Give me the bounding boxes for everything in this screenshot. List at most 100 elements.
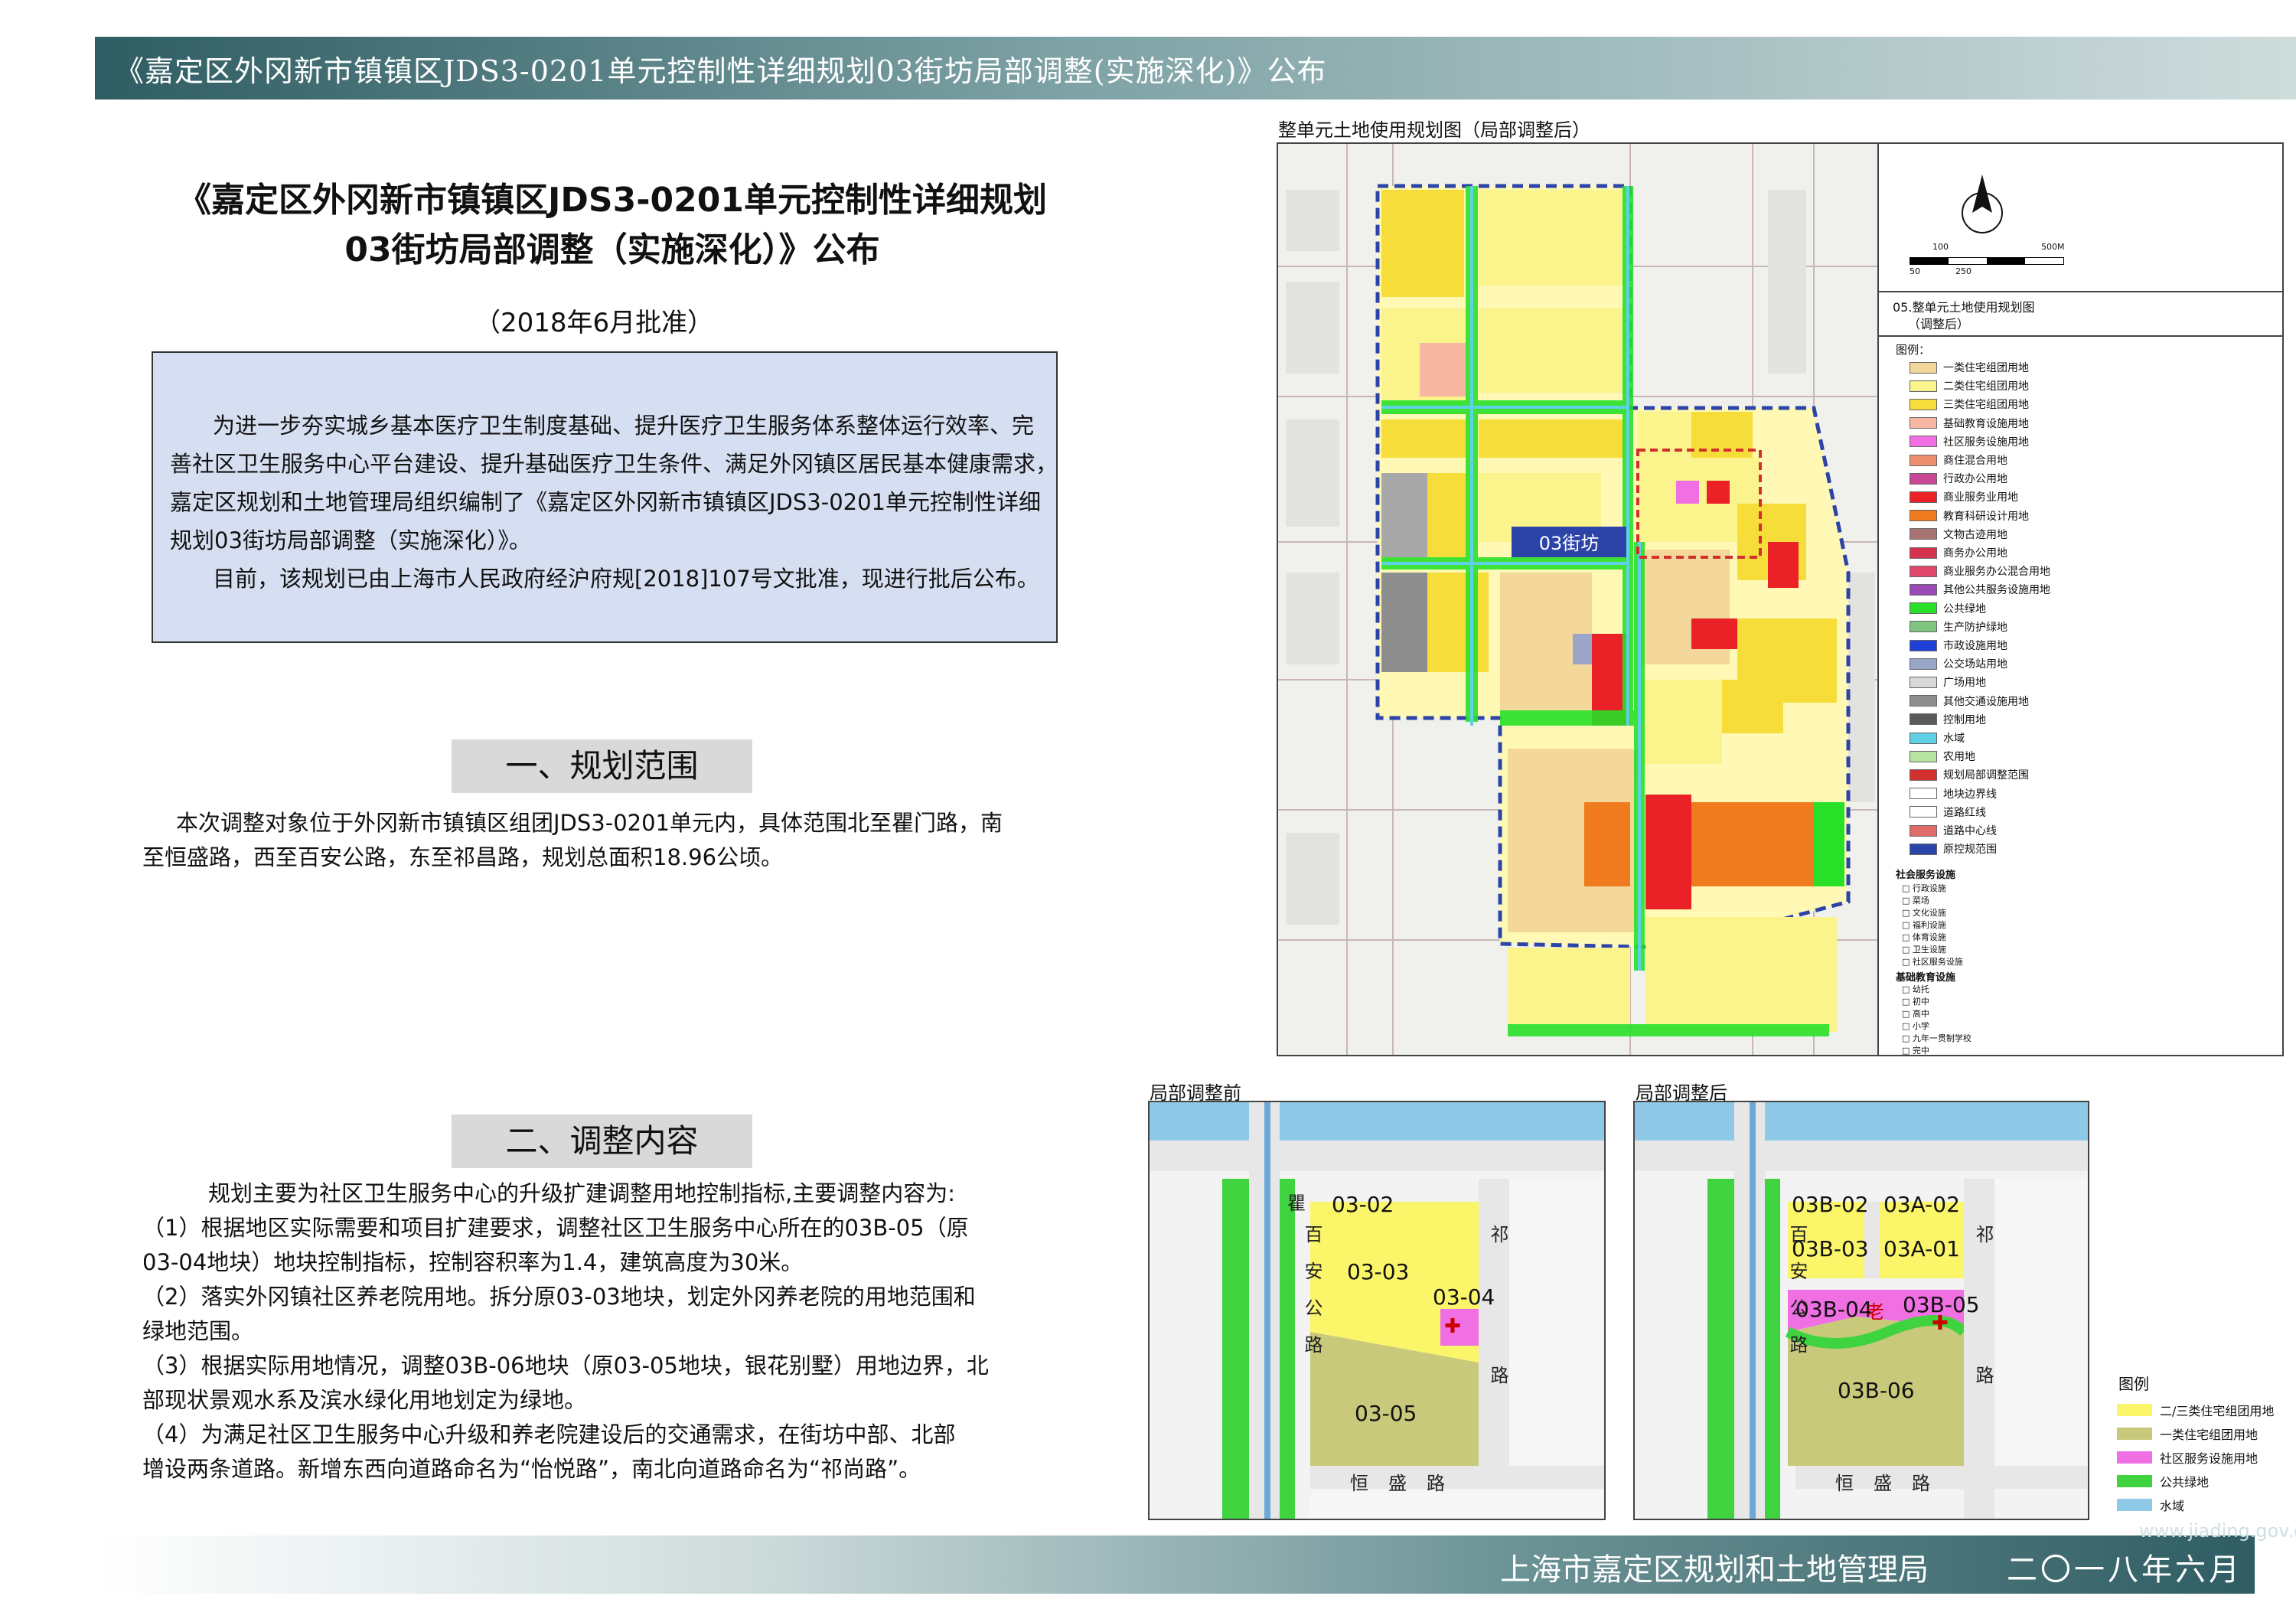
legend-label: 二/三类住宅组团用地 bbox=[2160, 1404, 2275, 1418]
legend-item: 规划局部调整范围 bbox=[1910, 767, 2029, 782]
legend-swatch bbox=[1910, 380, 1937, 392]
section2-line: （2）落实外冈镇社区养老院用地。拆分原03-03地块，划定外冈养老院的用地范围和 bbox=[142, 1284, 976, 1310]
land-use-map-drawing: 03街坊 bbox=[1278, 144, 1880, 1055]
legend-label: 农用地 bbox=[1943, 751, 1975, 764]
parcel-label: 03-02 bbox=[1332, 1192, 1394, 1217]
section2-line: （3）根据实际用地情况，调整03B-06地块（原03-05地块，银花别墅）用地边… bbox=[142, 1353, 989, 1379]
legend-swatch bbox=[1910, 417, 1937, 429]
edu-item: □ 小学 bbox=[1902, 1021, 1929, 1031]
legend-swatch bbox=[1910, 788, 1937, 800]
edu-item: □ 完中 bbox=[1902, 1046, 1929, 1056]
section2-line: （4）为满足社区卫生服务中心升级和养老院建设后的交通需求，在街坊中部、北部 bbox=[142, 1421, 956, 1447]
legend-item: 道路中心线 bbox=[1910, 823, 1997, 838]
legend-label: 公交场站用地 bbox=[1943, 658, 2007, 671]
parcel-label: 03B-02 bbox=[1792, 1192, 1869, 1217]
facility-heading: 社会服务设施 bbox=[1896, 870, 1956, 881]
detail-before-map: 03-02 03-03 03-04 03-05 瞿 百安公路 恒盛路 祁路 ✚ bbox=[1148, 1101, 1606, 1520]
road-label-north: 瞿 bbox=[1287, 1193, 1306, 1214]
intro-box: 为进一步夯实城乡基本医疗卫生制度基础、提升医疗卫生服务体系整体运行效率、完 善社… bbox=[152, 351, 1058, 643]
legend-item: 行政办公用地 bbox=[1910, 471, 2007, 486]
legend-label: 公共绿地 bbox=[2160, 1475, 2210, 1490]
legend-item: 其他交通设施用地 bbox=[1910, 694, 2029, 709]
legend-swatch bbox=[1910, 695, 1937, 707]
legend-item: 地块边界线 bbox=[1910, 786, 1997, 801]
detail-legend-item: 社区服务设施用地 bbox=[2117, 1448, 2258, 1467]
legend-swatch bbox=[1910, 769, 1937, 781]
legend-label: 社区服务设施用地 bbox=[2160, 1451, 2258, 1466]
legend-label: 商住混合用地 bbox=[1943, 455, 2007, 467]
legend-item: 社区服务设施用地 bbox=[1910, 434, 2029, 449]
legend-item: 市政设施用地 bbox=[1910, 638, 2007, 653]
legend-swatch bbox=[1910, 472, 1937, 485]
legend-swatch bbox=[2117, 1475, 2152, 1487]
legend-item: 广场用地 bbox=[1910, 674, 1986, 690]
facility-item: □ 福利设施 bbox=[1902, 920, 1946, 930]
legend-label: 一类住宅组团用地 bbox=[1943, 362, 2029, 374]
legend-swatch bbox=[1910, 806, 1937, 818]
legend-swatch bbox=[1910, 750, 1937, 762]
legend-item: 三类住宅组团用地 bbox=[1910, 397, 2029, 412]
scale-label: 100 bbox=[1932, 242, 1949, 252]
legend-swatch bbox=[1910, 602, 1937, 615]
legend-label: 社区服务设施用地 bbox=[1943, 436, 2029, 449]
facility-item: □ 社区服务设施 bbox=[1902, 957, 1963, 967]
main-map-title: 整单元土地使用规划图（局部调整后） bbox=[1278, 119, 1590, 141]
legend-swatch bbox=[1910, 713, 1937, 726]
legend-label: 三类住宅组团用地 bbox=[1943, 399, 2029, 412]
legend-label: 公共绿地 bbox=[1943, 602, 1986, 615]
scale-label: 250 bbox=[1955, 266, 1971, 276]
map-legend-panel: 100 500M 50 250 05.整单元土地使用规划图 （调整后） 图例： … bbox=[1877, 144, 2282, 1056]
hospital-icon: ✚ bbox=[1932, 1312, 1949, 1335]
header-title: 《嘉定区外冈新市镇镇区JDS3-0201单元控制性详细规划03街坊局部调整(实施… bbox=[115, 54, 1327, 88]
panel-subtitle: （调整后） bbox=[1908, 317, 1970, 331]
scale-label: 50 bbox=[1910, 266, 1920, 276]
detail-before-drawing bbox=[1150, 1102, 1604, 1519]
legend-item: 公共绿地 bbox=[1910, 601, 1986, 616]
section2-line: 规划主要为社区卫生服务中心的升级扩建调整用地控制指标,主要调整内容为: bbox=[208, 1180, 955, 1206]
parcel-label: 03-05 bbox=[1355, 1401, 1417, 1426]
section2-line: 增设两条道路。新增东西向道路命名为“怡悦路”，南北向道路命名为“祁尚路”。 bbox=[142, 1456, 921, 1482]
legend-item: 商业服务办公混合用地 bbox=[1910, 563, 2050, 579]
legend-label: 商业服务办公混合用地 bbox=[1943, 566, 2050, 579]
section2-heading: 二、调整内容 bbox=[452, 1115, 752, 1168]
legend-swatch bbox=[2117, 1451, 2152, 1464]
hospital-icon: ✚ bbox=[1444, 1315, 1461, 1338]
legend-swatch bbox=[1910, 528, 1937, 540]
legend-label: 文物古迹用地 bbox=[1943, 528, 2007, 541]
north-arrow-icon bbox=[1962, 175, 2003, 233]
legend-label: 道路红线 bbox=[1943, 806, 1986, 819]
detail-legend-item: 一类住宅组团用地 bbox=[2117, 1425, 2258, 1443]
legend-item: 生产防护绿地 bbox=[1910, 619, 2007, 635]
intro-line: 目前，该规划已由上海市人民政府经沪府规[2018]107号文批准，现进行批后公布… bbox=[213, 566, 1039, 592]
legend-item: 道路红线 bbox=[1910, 804, 1986, 820]
legend-heading: 图例： bbox=[1896, 343, 1931, 357]
intro-line: 善社区卫生服务中心平台建设、提升基础医疗卫生条件、满足外冈镇区居民基本健康需求， bbox=[170, 451, 1058, 477]
legend-swatch bbox=[1910, 565, 1937, 577]
intro-line: 嘉定区规划和土地管理局组织编制了《嘉定区外冈新市镇镇区JDS3-0201单元控制… bbox=[170, 489, 1042, 515]
legend-item: 水域 bbox=[1910, 730, 1965, 746]
facility-item: □ 体育设施 bbox=[1902, 932, 1946, 942]
section2-line: 03-04地块）地块控制指标，控制容积率为1.4，建筑高度为30米。 bbox=[142, 1249, 804, 1275]
facility-item: □ 卫生设施 bbox=[1902, 945, 1946, 955]
footer-watermark: www.jiading.gov.cn bbox=[2139, 1520, 2296, 1542]
legend-label: 教育科研设计用地 bbox=[1943, 510, 2029, 523]
legend-swatch bbox=[1910, 658, 1937, 670]
legend-swatch bbox=[1910, 824, 1937, 837]
legend-label: 原控规范围 bbox=[1943, 844, 1997, 857]
detail-legend-heading: 图例 bbox=[2118, 1375, 2149, 1393]
legend-label: 商务办公用地 bbox=[1943, 547, 2007, 560]
parcel-label: 03A-02 bbox=[1883, 1192, 1960, 1217]
block-label: 03街坊 bbox=[1539, 533, 1600, 554]
legend-item: 控制用地 bbox=[1910, 712, 1986, 727]
legend-item: 农用地 bbox=[1910, 749, 1975, 764]
legend-label: 生产防护绿地 bbox=[1943, 621, 2007, 634]
road-label-south: 恒盛路 bbox=[1835, 1473, 1950, 1494]
legend-swatch bbox=[1910, 732, 1937, 744]
facility-item: □ 菜场 bbox=[1902, 896, 1929, 906]
legend-label: 水域 bbox=[1943, 733, 1965, 745]
legend-label: 二类住宅组团用地 bbox=[1943, 380, 2029, 393]
legend-swatch bbox=[1910, 843, 1937, 855]
facility-item: □ 行政设施 bbox=[1902, 883, 1946, 893]
section2-line: 绿地范围。 bbox=[142, 1318, 254, 1344]
parcel-label: 03B-06 bbox=[1838, 1378, 1915, 1403]
